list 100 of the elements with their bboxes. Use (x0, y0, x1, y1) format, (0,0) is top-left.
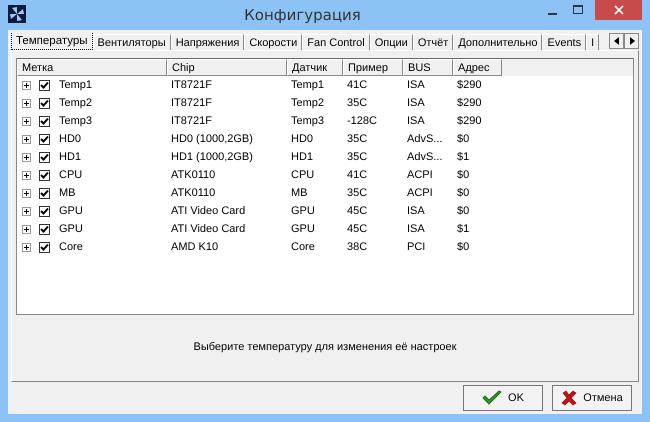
checkbox[interactable] (39, 224, 50, 234)
expand-icon[interactable] (22, 152, 31, 162)
expand-icon[interactable] (22, 98, 31, 108)
column-header[interactable]: Пример (343, 59, 403, 76)
maximize-icon (573, 5, 583, 15)
table-cell: 41C (347, 79, 368, 91)
table-cell: $290 (457, 97, 482, 109)
table-cell: $0 (457, 241, 470, 253)
expand-icon[interactable] (22, 188, 31, 198)
checkmark-icon (482, 390, 502, 406)
table-cell: Temp1 (59, 79, 92, 91)
table-cell: Temp2 (59, 97, 92, 109)
table-cell: IT8721F (171, 79, 212, 91)
expand-icon[interactable] (22, 80, 31, 90)
table-cell: CPU (291, 169, 314, 181)
table-cell: MB (291, 187, 308, 199)
column-header[interactable]: BUS (403, 59, 453, 76)
tab[interactable]: Скорости (244, 34, 302, 50)
table-cell: Temp2 (291, 97, 324, 109)
table-cell: 35C (347, 97, 368, 109)
table-cell: ATK0110 (171, 187, 216, 199)
window-title: Конфигурация (243, 6, 362, 24)
table-cell: 38C (347, 241, 368, 253)
table-cell: HD0 (59, 133, 82, 145)
table-cell: ACPI (407, 187, 433, 199)
table-cell: ISA (407, 205, 425, 217)
table-cell: $0 (457, 205, 470, 217)
table-cell: ISA (407, 97, 425, 109)
table-cell: Temp3 (291, 115, 324, 127)
tab[interactable]: Напряжения (170, 34, 244, 50)
checkbox[interactable] (39, 170, 50, 180)
table-cell: ISA (407, 79, 425, 91)
table-cell: 41C (347, 169, 368, 181)
expand-icon[interactable] (22, 224, 31, 234)
table-cell: AdvS... (407, 151, 442, 163)
table-cell: $290 (457, 79, 482, 91)
tab[interactable]: Опции (370, 34, 413, 50)
column-header[interactable]: Адрес (453, 59, 502, 76)
minimize-icon (548, 12, 556, 14)
tab[interactable]: I (586, 34, 600, 50)
table-cell: HD1 (291, 151, 314, 163)
table-cell: 35C (347, 133, 368, 145)
table-cell: $0 (457, 169, 470, 181)
table-cell: HD1 (1000,2GB) (171, 151, 253, 163)
table-cell: GPU (291, 205, 315, 217)
table-cell: GPU (59, 205, 83, 217)
checkbox[interactable] (39, 80, 50, 90)
table-cell: $0 (457, 133, 470, 145)
tab[interactable]: Температуры (11, 33, 93, 50)
tab[interactable]: Fan Control (302, 34, 370, 50)
table-cell: 35C (347, 151, 368, 163)
table-cell: $290 (457, 115, 482, 127)
expand-icon[interactable] (22, 206, 31, 216)
expand-icon[interactable] (22, 116, 31, 126)
table-cell: IT8721F (171, 97, 212, 109)
scroll-left-button[interactable] (609, 33, 624, 49)
tab[interactable]: Дополнительно (453, 34, 542, 50)
tab[interactable]: Отчёт (412, 34, 454, 50)
table-cell: HD0 (291, 133, 314, 145)
checkbox[interactable] (39, 188, 50, 198)
checkbox[interactable] (39, 206, 50, 216)
checkbox[interactable] (39, 134, 50, 144)
column-header[interactable]: Chip (167, 59, 287, 76)
scroll-right-button[interactable] (624, 33, 639, 49)
expand-icon[interactable] (22, 242, 31, 252)
table-cell: ATI Video Card (171, 223, 246, 235)
table-cell: ATI Video Card (171, 205, 246, 217)
checkbox[interactable] (39, 152, 50, 162)
table-cell: 45C (347, 205, 368, 217)
table-cell: ISA (407, 115, 425, 127)
table-cell: ISA (407, 223, 425, 235)
expand-icon[interactable] (22, 134, 31, 144)
table-cell: 45C (347, 223, 368, 235)
cancel-button[interactable]: Отмена (552, 385, 632, 411)
table-cell: Temp3 (59, 115, 92, 127)
tab[interactable]: Events (542, 34, 586, 50)
table-cell: IT8721F (171, 115, 212, 127)
table-cell: HD1 (59, 151, 82, 163)
tab[interactable]: Вентиляторы (92, 34, 171, 50)
table-cell: $0 (457, 187, 470, 199)
checkbox[interactable] (39, 98, 50, 108)
table-cell: $1 (457, 223, 470, 235)
checkbox[interactable] (39, 116, 50, 126)
fan-icon (8, 5, 26, 23)
table-cell: Core (59, 241, 83, 253)
table-cell: AMD K10 (171, 241, 218, 253)
table-cell: GPU (291, 223, 315, 235)
column-header[interactable]: Датчик (287, 59, 343, 76)
table-cell: GPU (59, 223, 83, 235)
close-icon (614, 5, 624, 15)
cross-icon (561, 390, 578, 406)
checkbox[interactable] (39, 242, 50, 252)
table-cell: CPU (59, 169, 82, 181)
close-button[interactable] (595, 0, 642, 20)
expand-icon[interactable] (22, 170, 31, 180)
table-cell: PCI (407, 241, 426, 253)
column-header[interactable]: Метка (17, 59, 167, 76)
ok-button[interactable]: OK (463, 385, 543, 411)
table-cell: ATK0110 (171, 169, 216, 181)
hint-text: Выберите температуру для изменения её настроек (192, 341, 458, 353)
